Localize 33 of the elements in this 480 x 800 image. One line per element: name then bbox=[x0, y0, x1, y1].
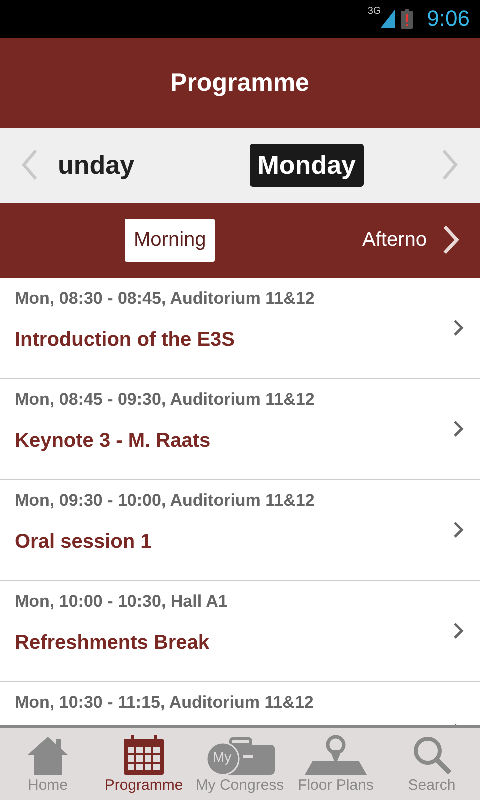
event-row[interactable]: Mon, 08:30 - 08:45, Auditorium 11&12 Introduction of the E3S bbox=[0, 278, 480, 379]
tab-item[interactable]: Programme bbox=[96, 728, 192, 800]
event-title: Oral session 1 bbox=[15, 531, 153, 554]
event-row[interactable]: Mon, 10:00 - 10:30, Hall A1 Refreshments Break bbox=[0, 581, 480, 682]
event-time-location: Mon, 08:30 - 08:45, Auditorium 11&12 bbox=[15, 289, 316, 309]
calendar-icon bbox=[123, 735, 165, 775]
event-time-location: Mon, 10:00 - 10:30, Hall A1 bbox=[15, 592, 229, 612]
event-row[interactable]: Mon, 09:30 - 10:00, Auditorium 11&12 Oral session 1 bbox=[0, 480, 480, 581]
chevron-right-icon bbox=[454, 522, 464, 538]
chevron-right-icon bbox=[454, 421, 464, 437]
event-time-location: Mon, 09:30 - 10:00, Auditorium 11&12 bbox=[15, 491, 316, 511]
network-type: 3G bbox=[368, 6, 382, 17]
chevron-right-icon bbox=[454, 320, 464, 336]
event-time-location: Mon, 08:45 - 09:30, Auditorium 11&12 bbox=[15, 390, 316, 410]
house-icon bbox=[26, 735, 70, 775]
signal-icon bbox=[381, 10, 396, 28]
badge-text: My bbox=[213, 749, 232, 765]
day-tab[interactable]: Monday bbox=[250, 144, 364, 187]
chevron-left-icon[interactable] bbox=[22, 150, 38, 180]
day-tab[interactable]: unday bbox=[54, 144, 143, 187]
chevron-right-icon[interactable] bbox=[442, 225, 460, 255]
briefcase-icon bbox=[205, 735, 275, 775]
battery-icon bbox=[401, 9, 414, 29]
event-row[interactable]: Mon, 08:45 - 09:30, Auditorium 11&12 Keynote 3 - M. Raats bbox=[0, 379, 480, 480]
chevron-right-icon bbox=[454, 623, 464, 639]
session-tab[interactable]: Afterno bbox=[354, 219, 436, 262]
event-title: Introduction of the E3S bbox=[15, 329, 236, 352]
page-title: Programme bbox=[170, 68, 310, 98]
event-title: Refreshments Break bbox=[15, 632, 211, 655]
clock: 9:06 bbox=[427, 6, 470, 32]
session-tab[interactable]: Morning bbox=[125, 219, 216, 262]
event-time-location: Mon, 10:30 - 11:15, Auditorium 11&12 bbox=[15, 693, 315, 713]
event-title: Keynote 3 - M. Raats bbox=[15, 430, 212, 453]
